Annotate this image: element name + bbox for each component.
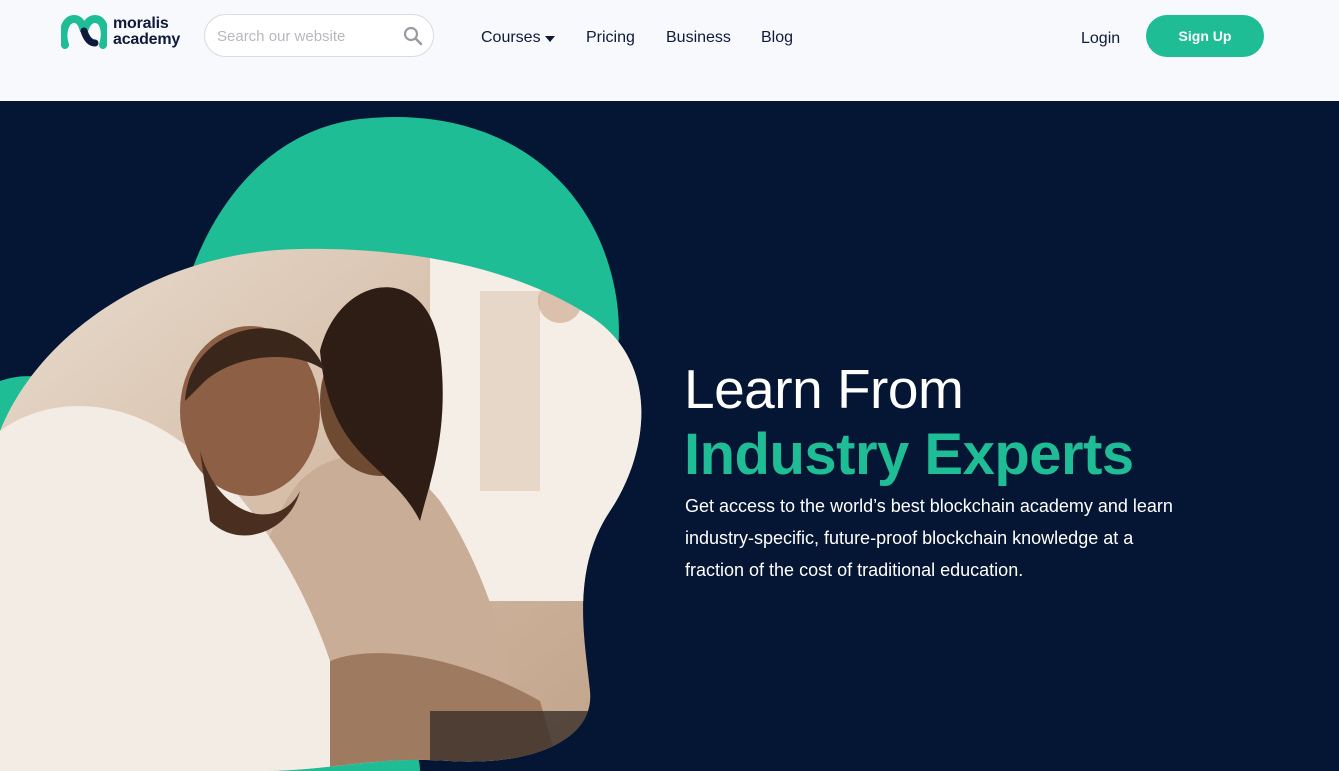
search-input[interactable] — [217, 25, 397, 47]
login-link[interactable]: Login — [1081, 30, 1120, 48]
nav-courses[interactable]: Courses — [481, 29, 541, 47]
brand-logo[interactable]: moralis academy — [61, 15, 201, 55]
nav-business[interactable]: Business — [666, 29, 731, 47]
search-box[interactable] — [204, 14, 434, 57]
brand-name: moralis academy — [113, 15, 181, 48]
signup-button[interactable]: Sign Up — [1146, 15, 1264, 57]
site-header: moralis academy Courses Pricing Business… — [0, 0, 1339, 101]
nav-pricing[interactable]: Pricing — [586, 29, 635, 47]
hero-description: Get access to the world’s best blockchai… — [685, 496, 1173, 580]
hero-highlight-title: Industry Experts — [684, 422, 1134, 487]
search-icon[interactable] — [403, 26, 423, 46]
nav-blog[interactable]: Blog — [761, 29, 793, 47]
hero-image — [0, 117, 642, 771]
moralis-logo-icon — [61, 15, 107, 49]
hero-section: Learn From Industry Experts Get access t… — [0, 101, 1339, 771]
caret-down-icon[interactable] — [544, 35, 556, 43]
hero-title: Learn From — [684, 358, 964, 420]
